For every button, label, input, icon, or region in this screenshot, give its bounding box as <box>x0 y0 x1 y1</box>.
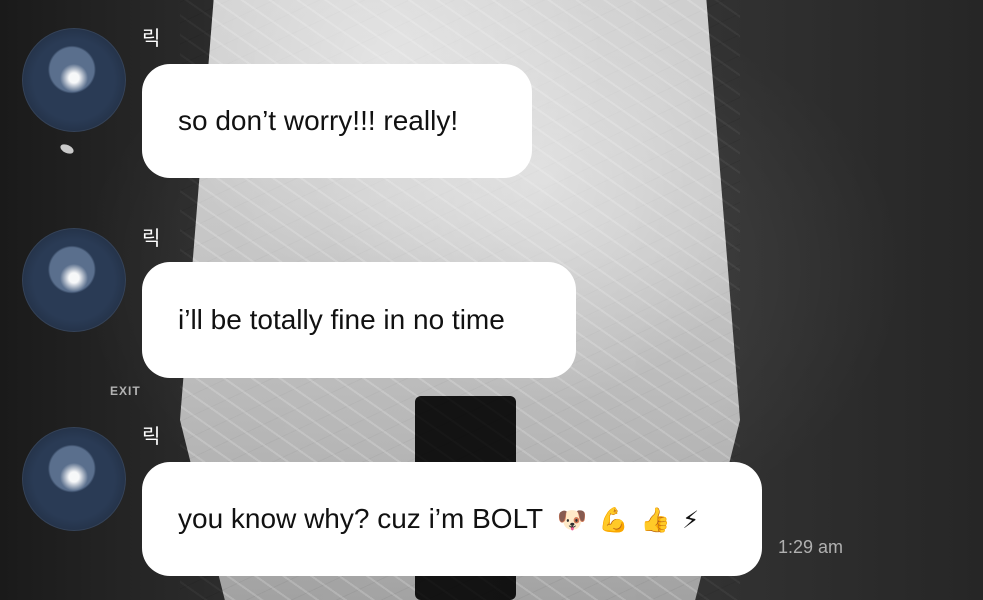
flexed-biceps-emoji-icon: 💪 <box>598 506 629 534</box>
sender-name: 릭 <box>142 226 161 250</box>
message-bubble[interactable]: you know why? cuz i’m BOLT 🐶 💪 👍 ⚡ <box>142 462 762 576</box>
message-timestamp: 1:29 am <box>778 537 844 557</box>
sender-name: 릭 <box>142 424 161 448</box>
avatar[interactable] <box>22 228 126 332</box>
message-text: you know why? cuz i’m BOLT <box>178 503 544 534</box>
emoji-group: 🐶 💪 👍 ⚡ <box>553 503 699 535</box>
message-bubble[interactable]: i’ll be totally fine in no time <box>142 262 576 378</box>
thumbs-up-emoji-icon: 👍 <box>640 506 671 534</box>
message-text: so don’t worry!!! really! <box>178 105 459 136</box>
sender-name: 릭 <box>142 26 161 50</box>
avatar[interactable] <box>22 28 126 132</box>
message-text: i’ll be totally fine in no time <box>178 304 505 335</box>
message-bubble[interactable]: so don’t worry!!! really! <box>142 64 532 178</box>
lightning-emoji-icon: ⚡ <box>682 506 700 534</box>
avatar[interactable] <box>22 427 126 531</box>
exit-sign: EXIT <box>110 384 141 398</box>
dog-emoji-icon: 🐶 <box>557 506 588 534</box>
